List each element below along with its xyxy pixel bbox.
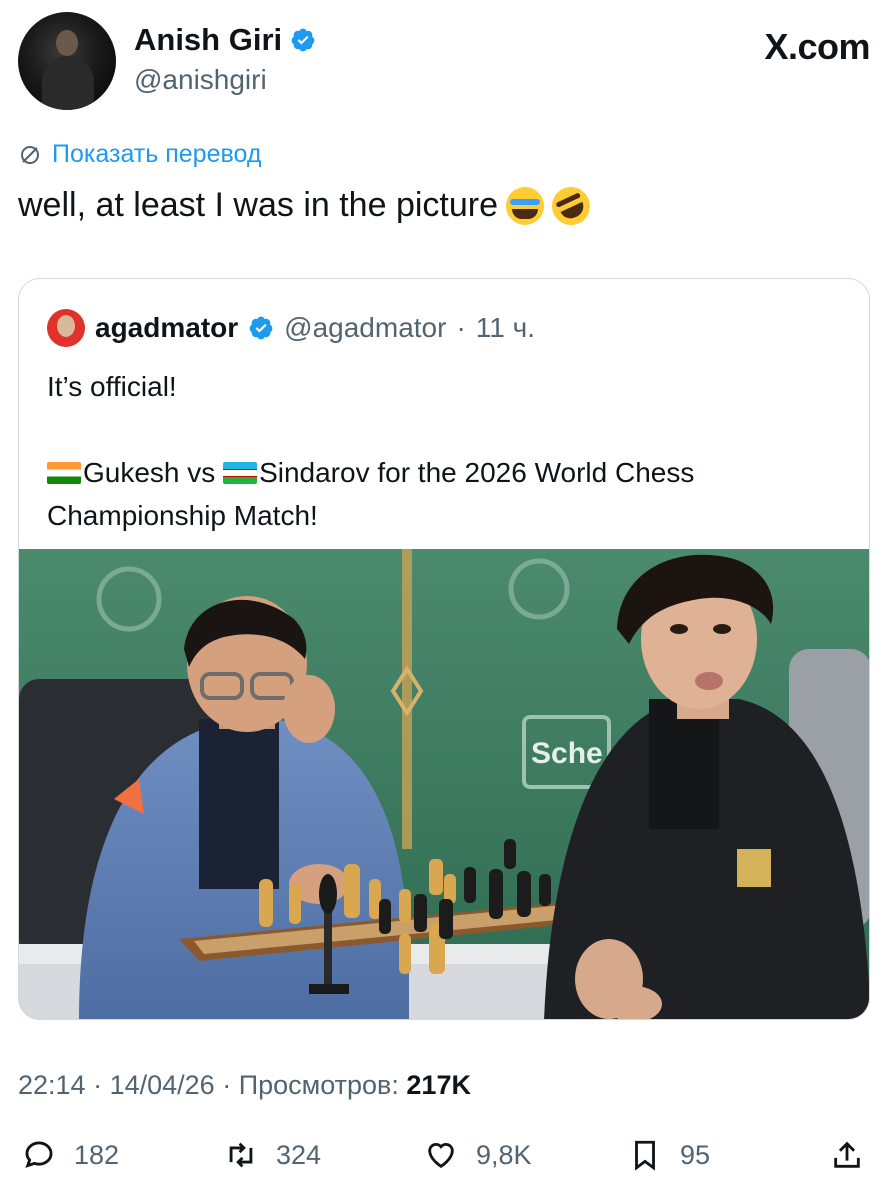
bookmark-button[interactable]: 95 — [628, 1138, 710, 1172]
photo-sign-text: Sche — [531, 737, 603, 770]
author-avatar[interactable] — [18, 12, 116, 110]
author-handle[interactable]: @anishgiri — [134, 64, 316, 96]
like-button[interactable]: 9,8K — [424, 1138, 532, 1172]
tweet-text-body: well, at least I was in the picture — [18, 186, 499, 224]
bookmark-count: 95 — [680, 1139, 711, 1170]
meta-separator-1: · — [93, 1070, 110, 1100]
quoted-time: 11 ч. — [475, 312, 535, 343]
reply-icon — [25, 1141, 53, 1168]
quoted-author-name: agadmator — [95, 312, 239, 343]
india-flag-icon — [47, 462, 81, 484]
repost-button[interactable]: 324 — [224, 1138, 321, 1172]
quoted-line-3: Championship Match! — [47, 500, 318, 531]
action-bar: 182 324 9,8K 95 — [18, 1138, 870, 1184]
tweet-date[interactable]: 14/04/26 — [110, 1070, 215, 1100]
repost-icon — [229, 1142, 253, 1168]
heart-icon — [428, 1143, 454, 1169]
loudly-crying-face-icon — [506, 186, 545, 225]
quoted-line-2a: Gukesh vs — [83, 457, 224, 488]
author-name-row[interactable]: Anish Giri — [134, 22, 316, 58]
views-label: Просмотров: — [238, 1070, 399, 1100]
reply-button[interactable]: 182 — [22, 1138, 119, 1172]
quoted-tweet-header: agadmator @agadmator · 11 ч. — [47, 309, 535, 347]
show-translation-link[interactable]: Показать перевод — [18, 140, 261, 169]
quoted-tweet-text: It’s official! Gukesh vs Sindarov for th… — [47, 365, 847, 537]
rolling-on-floor-laughing-icon — [545, 180, 597, 231]
bookmark-icon — [635, 1140, 655, 1171]
quoted-verified-badge-icon — [249, 316, 273, 340]
tweet-time[interactable]: 22:14 — [18, 1070, 86, 1100]
translate-icon — [21, 145, 39, 164]
quoted-author-handle: @agadmator — [284, 312, 447, 343]
verified-badge-icon — [291, 28, 315, 52]
author-name[interactable]: Anish Giri — [134, 22, 282, 58]
quoted-line-2b: Sindarov for the 2026 World Chess — [259, 457, 695, 488]
chess-players-photo: Sche — [19, 549, 869, 1019]
x-logo: X.com — [764, 26, 870, 67]
share-button[interactable] — [830, 1138, 864, 1172]
quoted-tweet-photo[interactable]: Sche — [19, 549, 869, 1019]
tweet-header: Anish Giri @anishgiri X.com — [18, 12, 870, 112]
uzbekistan-flag-icon — [223, 462, 258, 484]
reply-count: 182 — [74, 1139, 120, 1170]
meta-separator-2: · — [222, 1070, 239, 1100]
quoted-line-2: Gukesh vs Sindarov for the 2026 World Ch… — [47, 451, 847, 494]
quoted-separator: · — [456, 312, 466, 343]
views-count: 217K — [406, 1070, 471, 1100]
repost-count: 324 — [276, 1139, 322, 1170]
quoted-tweet[interactable]: agadmator @agadmator · 11 ч. It’s offici… — [18, 278, 870, 1020]
show-translation-label[interactable]: Показать перевод — [52, 140, 261, 169]
quoted-line-1: It’s official! — [47, 371, 177, 402]
share-icon — [834, 1141, 860, 1168]
like-count: 9,8K — [476, 1139, 532, 1170]
author-info: Anish Giri @anishgiri — [134, 22, 316, 96]
tweet-meta: 22:14 · 14/04/26 · Просмотров: 217K — [18, 1070, 471, 1101]
quoted-author-avatar — [47, 309, 85, 347]
tweet-text: well, at least I was in the picture — [18, 180, 597, 231]
